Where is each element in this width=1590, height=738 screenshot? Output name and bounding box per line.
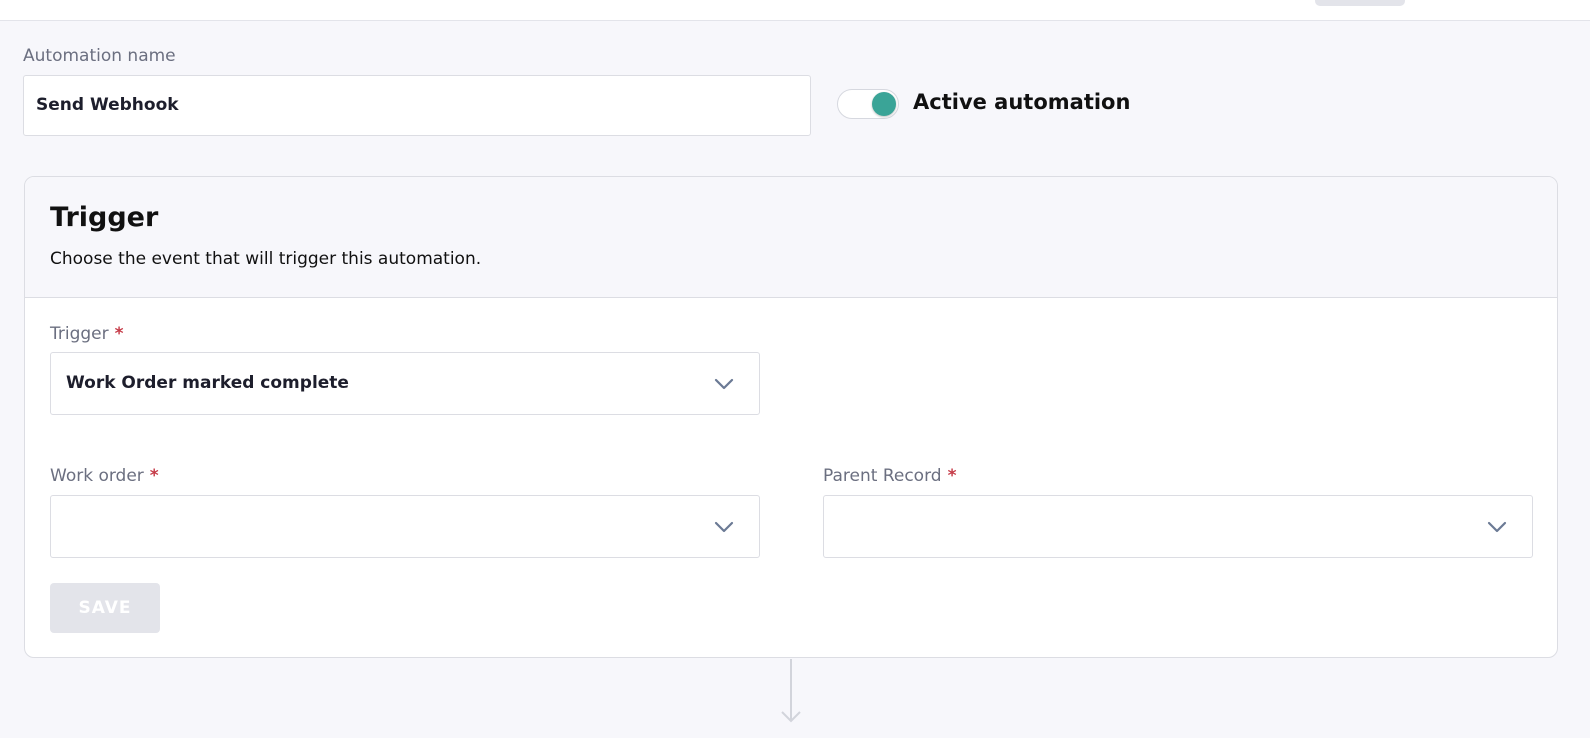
chevron-down-icon (714, 378, 734, 390)
parent-record-select[interactable] (823, 495, 1533, 558)
trigger-field-label: Trigger * (50, 324, 124, 344)
trigger-card: Trigger Choose the event that will trigg… (24, 176, 1558, 658)
parent-record-field-label: Parent Record * (823, 466, 957, 486)
required-mark: * (114, 324, 124, 344)
work-order-field-label: Work order * (50, 466, 159, 486)
trigger-card-header: Trigger Choose the event that will trigg… (25, 177, 1557, 298)
chevron-down-icon (1487, 521, 1507, 533)
work-order-select[interactable] (50, 495, 760, 558)
card-title: Trigger (50, 202, 159, 233)
toggle-on-icon (872, 92, 896, 116)
chevron-down-icon (714, 521, 734, 533)
automation-name-input[interactable]: Send Webhook (23, 75, 811, 136)
card-subtitle: Choose the event that will trigger this … (50, 249, 482, 269)
required-mark: * (947, 466, 957, 486)
active-automation-toggle[interactable] (837, 89, 899, 119)
trigger-select-value: Work Order marked complete (66, 373, 349, 393)
active-automation-label: Active automation (913, 90, 1131, 114)
required-mark: * (149, 466, 159, 486)
save-button[interactable]: SAVE (50, 583, 160, 633)
trigger-select[interactable]: Work Order marked complete (50, 352, 760, 415)
top-bar-button[interactable] (1315, 0, 1405, 6)
arrow-down-icon (781, 659, 801, 723)
top-bar (0, 0, 1590, 21)
automation-name-label: Automation name (23, 46, 176, 66)
